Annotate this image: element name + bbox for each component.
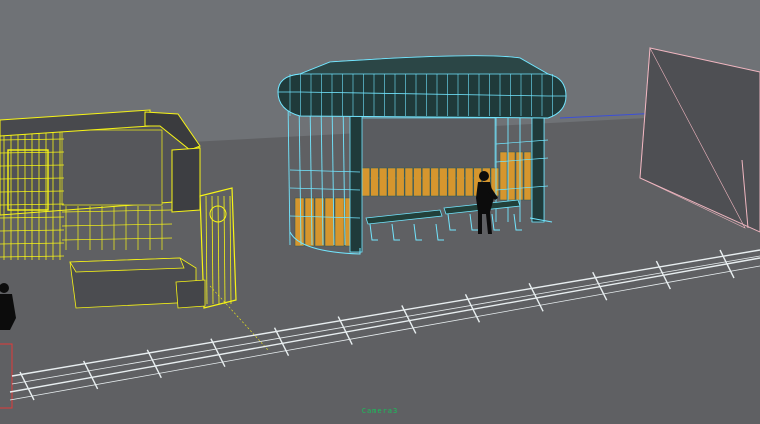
maya-3d-viewport[interactable]: Camera3 [0,0,760,424]
scene-canvas[interactable] [0,0,760,424]
camera-label: Camera3 [361,407,399,415]
